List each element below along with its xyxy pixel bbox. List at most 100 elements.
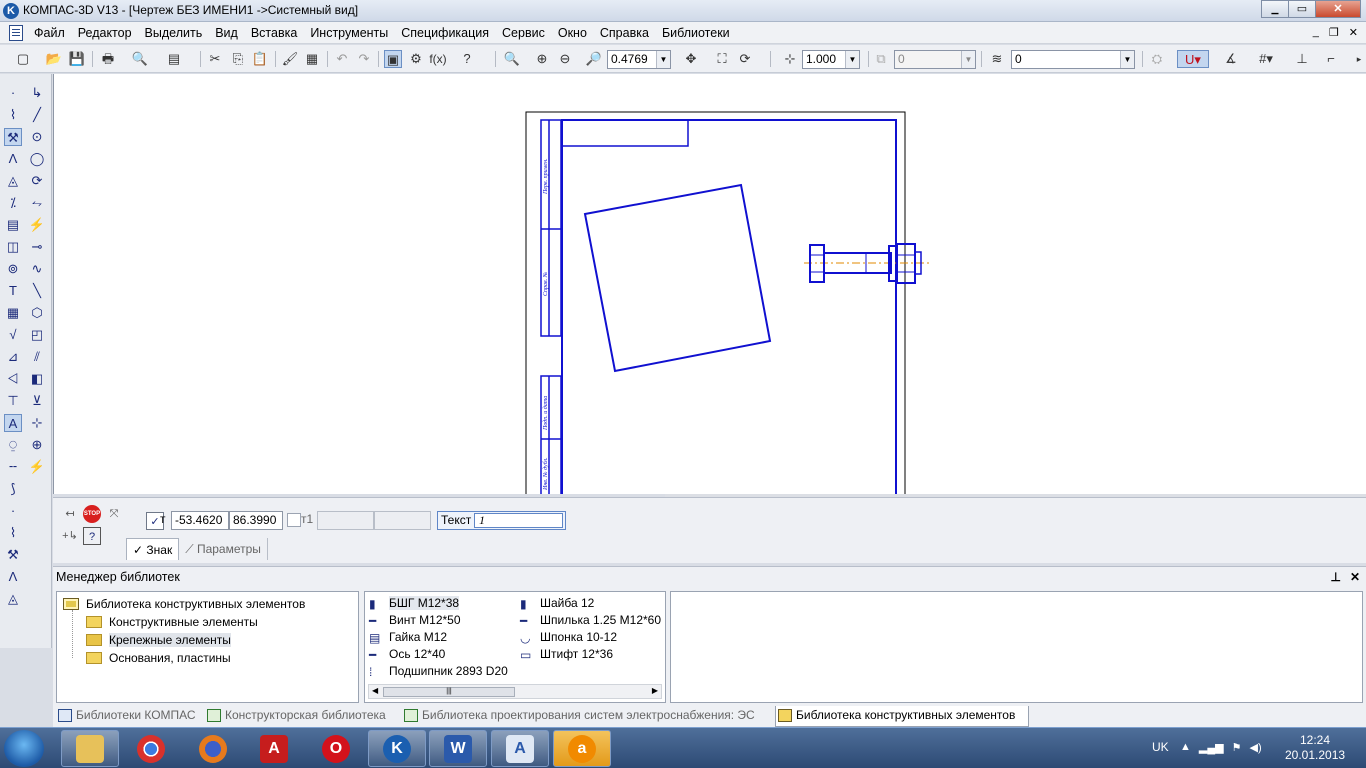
undo-icon[interactable]: ↶	[333, 50, 351, 68]
editing-icon[interactable]: ╱	[28, 106, 46, 124]
open-icon[interactable]: 📂	[45, 50, 63, 68]
cut-icon[interactable]: ✂	[206, 50, 224, 68]
leader-icon[interactable]: ▦	[4, 304, 22, 322]
reports-icon[interactable]: A	[4, 414, 22, 432]
menu-item-1[interactable]: Редактор	[78, 26, 132, 40]
taskbar-avast[interactable]: a	[553, 730, 611, 767]
zoom-in-icon[interactable]: ⊕	[533, 50, 551, 68]
insert-icon[interactable]: ⊹	[28, 414, 46, 432]
show-all-icon[interactable]: ⛶	[713, 50, 731, 68]
close-icon[interactable]: ✕	[1350, 570, 1360, 584]
designations-icon[interactable]: ⊿	[4, 348, 22, 366]
measure-icon[interactable]: ⊙	[28, 128, 46, 146]
cursor-step-icon[interactable]: ⊹	[781, 50, 799, 68]
layer-field[interactable]: 0 ▼	[1011, 50, 1135, 69]
grid-icon[interactable]: #▾	[1252, 50, 1280, 68]
select-icon[interactable]: Λ	[4, 150, 22, 168]
ortho-mode-icon[interactable]: ⌐	[1322, 50, 1340, 68]
dimensions-icon[interactable]: ↳	[28, 84, 46, 102]
chevron-down-icon[interactable]: ▼	[845, 51, 859, 68]
ellipse-icon[interactable]: ⚡	[28, 216, 46, 234]
spline-icon[interactable]: ◫	[4, 238, 22, 256]
geometry-icon[interactable]: ·	[4, 84, 22, 102]
tab-parameters[interactable]: ⟋ Параметры	[179, 538, 268, 560]
create-object-icon[interactable]: +↳	[61, 527, 79, 545]
tree-item-constructive[interactable]: Конструктивные элементы	[86, 615, 258, 629]
library-item[interactable]: ◡ Шпонка 10-12	[520, 630, 617, 645]
library-item[interactable]: ▮ Шайба 12	[520, 596, 594, 611]
table-icon[interactable]: T	[4, 282, 22, 300]
polygon-icon[interactable]: ⊸	[28, 238, 46, 256]
scroll-right-icon[interactable]: ▶	[652, 686, 658, 695]
start-button[interactable]	[4, 730, 44, 767]
roughness-icon[interactable]: ╲	[28, 282, 46, 300]
tree-item-bases[interactable]: Основания, пластины	[86, 651, 231, 665]
layers-icon[interactable]: ≋	[988, 50, 1006, 68]
volume-icon[interactable]: ◀)	[1249, 741, 1261, 754]
doc-minimize-button[interactable]: _	[1313, 26, 1319, 39]
help-icon[interactable]: ?	[83, 527, 101, 545]
variables-icon[interactable]: ⚙	[407, 50, 425, 68]
print-icon[interactable]: 🖶	[99, 50, 117, 68]
rotated-square-shape[interactable]	[583, 183, 772, 373]
parametrization-icon[interactable]: ⚒	[4, 128, 22, 146]
arc-icon[interactable]: ▤	[4, 216, 22, 234]
drawing-canvas[interactable]: Перв. примен. Справ. № Подп. и дата Инв.…	[53, 74, 1366, 494]
hatch-icon[interactable]: ·	[4, 502, 22, 520]
spec-icon[interactable]: ◯	[28, 150, 46, 168]
menu-item-5[interactable]: Инструменты	[310, 26, 388, 40]
chevron-down-icon[interactable]: ▼	[656, 51, 670, 68]
reports-icon[interactable]: ◬	[4, 172, 22, 190]
snap-icon[interactable]: U▾	[1177, 50, 1209, 68]
scroll-left-icon[interactable]: ◀	[372, 686, 378, 695]
menu-item-0[interactable]: Файл	[34, 26, 65, 40]
scroll-thumb[interactable]: |||	[383, 687, 515, 697]
tray-expand-icon[interactable]: ▲	[1180, 741, 1191, 754]
tab-design-library[interactable]: Конструкторская библиотека	[205, 706, 386, 727]
geometry-icon[interactable]: √	[4, 326, 22, 344]
menu-item-9[interactable]: Справка	[600, 26, 649, 40]
designations-icon[interactable]: ◬	[4, 590, 22, 608]
text-value-input[interactable]: 1	[474, 513, 563, 528]
redo-icon[interactable]: ↷	[355, 50, 373, 68]
tab-kompas-libraries[interactable]: Библиотеки КОМПАС	[56, 706, 196, 727]
library-items-scrollbar[interactable]: ◀ ||| ▶	[368, 684, 662, 699]
refresh-icon[interactable]: ⟳	[736, 50, 754, 68]
lines-icon[interactable]: ⁒	[4, 194, 22, 212]
format-painter-icon[interactable]: 🖌	[281, 50, 299, 68]
doc-restore-button[interactable]: ❐	[1329, 26, 1339, 39]
taskbar-notepad[interactable]: A	[491, 730, 549, 767]
paste-icon[interactable]: 📋	[251, 50, 269, 68]
taskbar-acrobat[interactable]: A	[245, 730, 303, 767]
menu-item-3[interactable]: Вид	[215, 26, 238, 40]
library-item[interactable]: ━ Ось 12*40	[369, 647, 445, 662]
x-coordinate-field[interactable]: -53.4620	[171, 511, 229, 530]
insert-icon[interactable]: ⟳	[28, 172, 46, 190]
clock[interactable]: 12:24 20.01.2013	[1285, 733, 1345, 763]
properties-icon[interactable]: ▦	[303, 50, 321, 68]
zoom-field[interactable]: 0.4769 ▼	[607, 50, 671, 69]
library-item[interactable]: ▤ Гайка М12	[369, 630, 447, 645]
save-icon[interactable]: 💾	[68, 50, 86, 68]
menu-item-10[interactable]: Библиотеки	[662, 26, 730, 40]
network-icon[interactable]: ▂▄▆	[1199, 741, 1224, 754]
circle-icon[interactable]: ⊕	[28, 436, 46, 454]
geometry-icon[interactable]: Λ	[4, 568, 22, 586]
taskbar-kompas[interactable]: K	[368, 730, 426, 767]
preview-icon[interactable]: 🔍	[131, 50, 149, 68]
ortho-icon[interactable]: ∡	[1222, 50, 1240, 68]
library-item[interactable]: ▭ Штифт 12*36	[520, 647, 613, 662]
chevron-down-icon[interactable]: ▼	[1120, 51, 1134, 68]
flag-icon[interactable]: ⚑	[1232, 741, 1242, 754]
dimensions-icon[interactable]: ◰	[28, 326, 46, 344]
step-field[interactable]: 1.000 ▼	[802, 50, 860, 69]
bolt-assembly[interactable]	[804, 243, 929, 284]
zoom-icon[interactable]: 🔍	[503, 50, 521, 68]
library-item[interactable]: ⁞ Подшипник 2893 D20	[369, 664, 508, 679]
taskbar-word[interactable]: W	[429, 730, 487, 767]
spline-icon[interactable]: ⟆	[4, 480, 22, 498]
arc-icon[interactable]: ╌	[4, 458, 22, 476]
toolbar-overflow-icon[interactable]: ▸	[1350, 50, 1366, 68]
parametrization-icon[interactable]: ⨞	[4, 370, 22, 388]
layer-tools-icon[interactable]: ⛭	[1148, 50, 1166, 68]
